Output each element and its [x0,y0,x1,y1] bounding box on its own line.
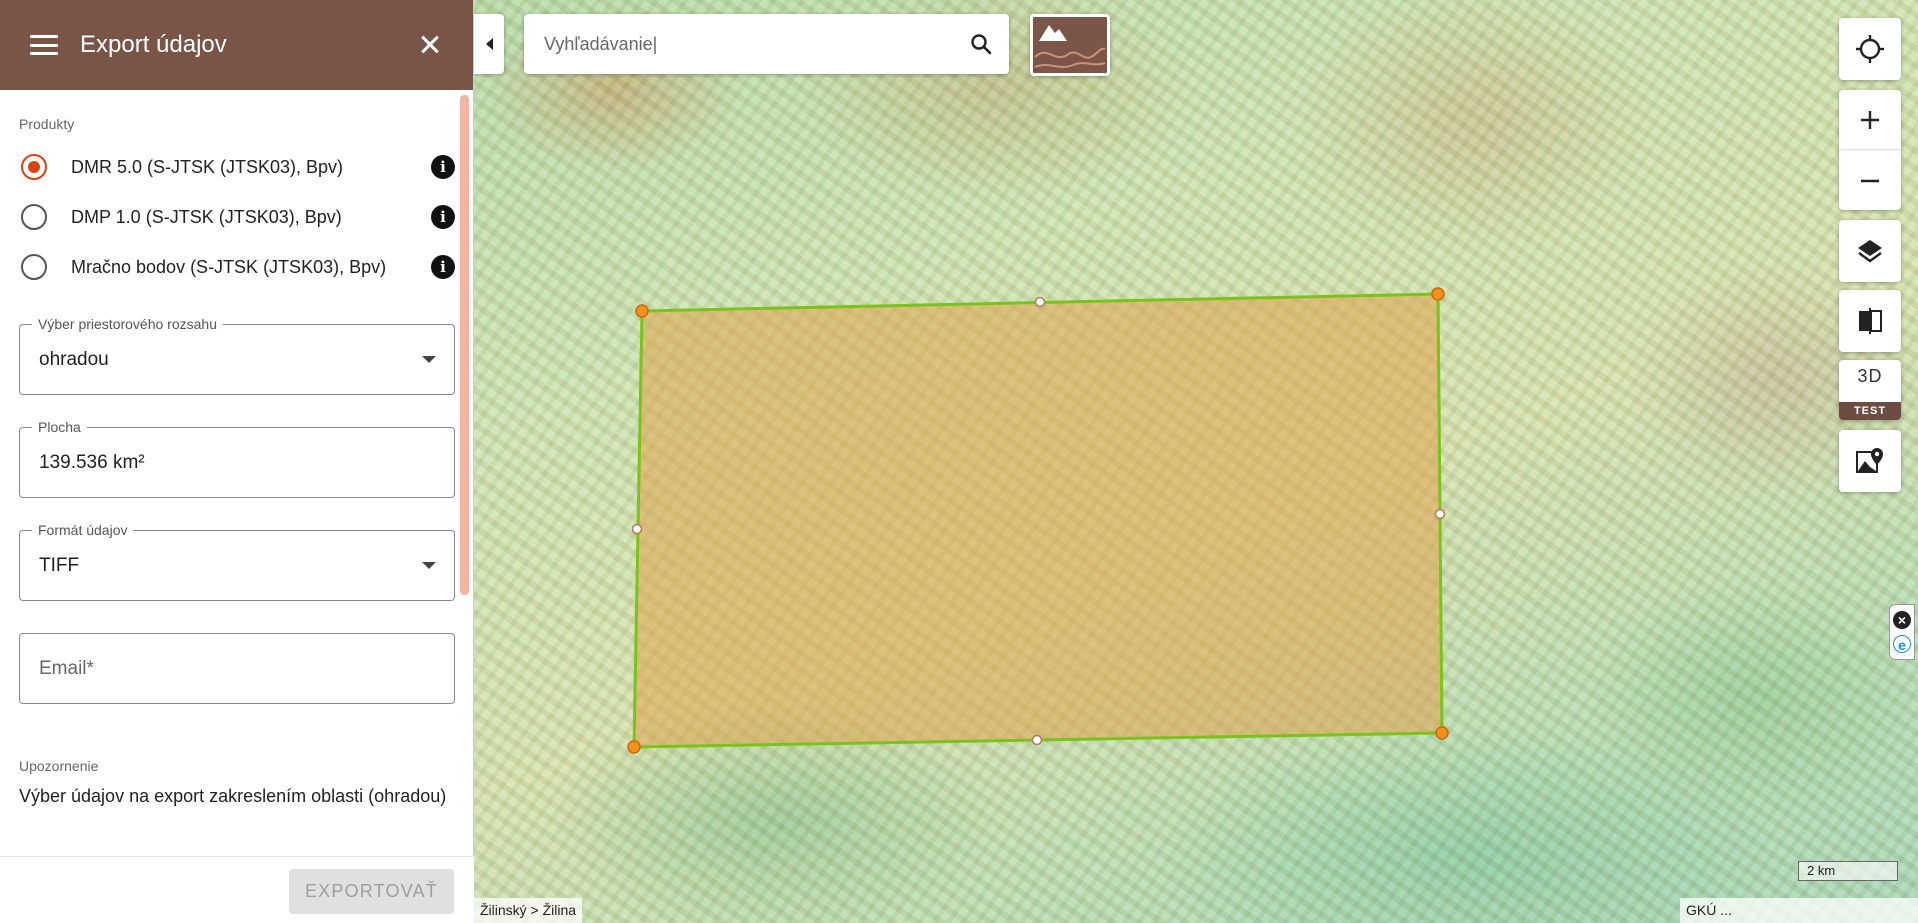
product-label: DMR 5.0 (S-JTSK (JTSK03), Bpv) [71,156,344,177]
scale-bar: 2 km [1798,861,1898,881]
radio-button-checked[interactable] [21,154,47,180]
panel-header: Export údajov [0,0,473,90]
search-input[interactable] [524,14,944,74]
collapse-panel-button[interactable] [474,14,504,74]
area-value: 139.536 km² [39,451,145,473]
info-icon[interactable]: i [431,155,455,179]
area-field: Plocha 139.536 km² [19,419,455,498]
compare-icon [1859,308,1882,334]
polygon-midpoint[interactable] [1031,734,1043,746]
layers-button[interactable] [1839,220,1901,282]
polygon-midpoint[interactable] [1434,508,1446,520]
warning-label: Upozornenie [19,758,99,774]
email-field[interactable]: Email* [19,633,455,704]
product-option-dmp[interactable]: DMP 1.0 (S-JTSK (JTSK03), Bpv) i [19,192,455,242]
zoom-in-button[interactable] [1839,90,1901,150]
panel-body[interactable]: Produkty DMR 5.0 (S-JTSK (JTSK03), Bpv) … [0,90,474,856]
3d-view-button[interactable]: 3D TEST [1839,360,1901,420]
radio-button[interactable] [21,254,47,280]
map-canvas[interactable] [474,0,1918,923]
info-icon[interactable]: i [431,255,455,279]
basemap-switcher-button[interactable] [1030,14,1110,76]
plus-icon [1861,111,1879,129]
products-label: Produkty [19,116,75,132]
hamburger-menu-icon[interactable] [30,35,58,55]
minus-icon [1861,179,1879,182]
polygon-vertex[interactable] [1435,726,1449,740]
panel-scrollbar[interactable] [460,95,469,595]
export-panel: Export údajov Produkty DMR 5.0 (S-JTSK (… [0,0,474,923]
location-breadcrumb: Žilinský > Žilina [474,898,583,923]
polygon-vertex[interactable] [627,740,641,754]
polygon-midpoint[interactable] [631,523,643,535]
locate-me-button[interactable] [1839,18,1901,80]
dropdown-arrow-icon [422,356,436,363]
product-option-point-cloud[interactable]: Mračno bodov (S-JTSK (JTSK03), Bpv) i [19,242,455,292]
polygon-midpoint[interactable] [1034,296,1046,308]
3d-label: 3D [1857,366,1883,386]
map-pin-icon [1856,448,1883,473]
compare-maps-button[interactable] [1839,290,1901,352]
panel-title: Export údajov [80,31,227,58]
search-icon[interactable] [969,32,993,56]
side-widget[interactable]: × e [1889,604,1915,660]
layers-icon [1858,240,1882,263]
zoom-out-button[interactable] [1839,150,1901,210]
search-box[interactable] [524,14,1009,74]
polygon-vertex[interactable] [1431,287,1445,301]
product-label: Mračno bodov (S-JTSK (JTSK03), Bpv) [71,256,387,277]
email-placeholder: Email* [39,657,94,679]
close-icon[interactable] [411,25,451,65]
dropdown-arrow-icon [422,562,436,569]
product-option-dmr[interactable]: DMR 5.0 (S-JTSK (JTSK03), Bpv) i [19,142,455,192]
e-circle-icon[interactable]: e [1893,635,1911,653]
extent-value: ohradou [39,348,109,370]
close-circle-icon[interactable]: × [1893,611,1911,629]
format-value: TIFF [39,554,80,576]
map-attribution[interactable]: GKÚ ... [1680,898,1918,923]
terrain-thumbnail-icon [1034,25,1106,68]
selection-polygon-layer[interactable] [474,0,1918,923]
info-icon[interactable]: i [431,205,455,229]
warning-text: Výber údajov na export zakreslením oblas… [19,786,447,806]
selection-polygon[interactable] [632,292,1444,749]
export-button[interactable]: EXPORTOVAŤ [289,869,454,914]
extent-select[interactable]: Výber priestorového rozsahu ohradou [19,316,455,395]
polygon-vertex[interactable] [635,304,649,318]
radio-button[interactable] [21,204,47,230]
format-select[interactable]: Formát údajov TIFF [19,522,455,601]
test-badge: TEST [1839,402,1901,420]
panel-footer: EXPORTOVAŤ [0,856,474,923]
extent-label: Výber priestorového rozsahu [32,316,223,332]
product-label: DMP 1.0 (S-JTSK (JTSK03), Bpv) [71,206,342,227]
map-marker-button[interactable] [1839,430,1901,492]
crosshair-icon [1856,35,1884,63]
area-label: Plocha [32,419,87,435]
format-label: Formát údajov [32,522,134,538]
